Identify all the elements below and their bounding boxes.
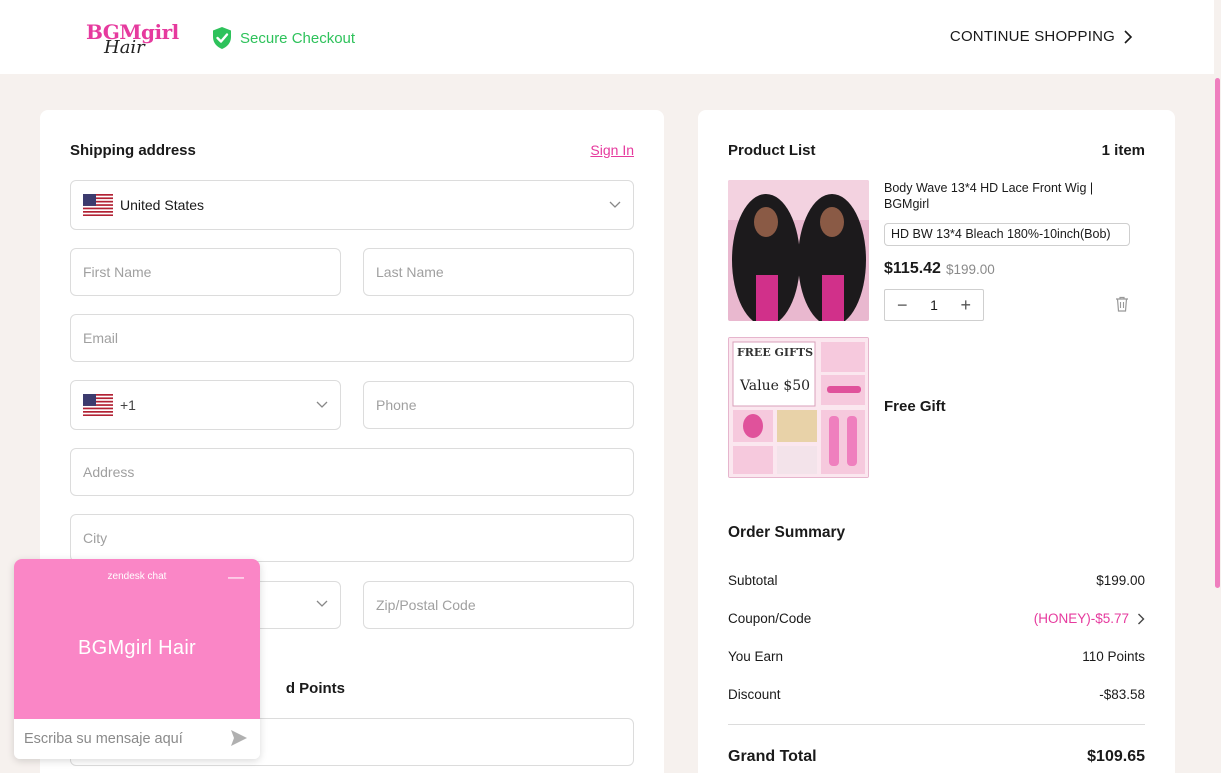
- email-placeholder: Email: [83, 330, 119, 346]
- summary-value: -$83.58: [1099, 687, 1145, 702]
- last-name-field[interactable]: Last Name: [363, 248, 634, 296]
- grand-total-value: $109.65: [1087, 748, 1145, 765]
- country-select[interactable]: United States: [70, 180, 634, 230]
- chat-widget[interactable]: zendesk chat — BGMgirl Hair Escriba su m…: [14, 559, 260, 759]
- variant-selector[interactable]: HD BW 13*4 Bleach 180%-10inch(Bob): [884, 223, 1130, 246]
- product-image[interactable]: [728, 180, 869, 321]
- chevron-down-icon: [316, 600, 328, 607]
- product-old-price: $199.00: [946, 262, 995, 277]
- brand-logo[interactable]: BGMgirl Hair: [86, 14, 179, 60]
- summary-label: Subtotal: [728, 573, 778, 588]
- coupon-value[interactable]: (HONEY)-$5.77: [1034, 611, 1129, 626]
- shipping-title: Shipping address: [70, 142, 196, 159]
- phone-placeholder: Phone: [376, 397, 417, 413]
- summary-value: $199.00: [1096, 573, 1145, 588]
- chat-message-input[interactable]: Escriba su mensaje aquí: [14, 719, 260, 759]
- address-field[interactable]: Address: [70, 448, 634, 496]
- scrollbar-thumb[interactable]: [1215, 78, 1220, 588]
- grand-total-row: Grand Total $109.65: [728, 748, 1145, 766]
- minimize-icon[interactable]: —: [228, 569, 244, 587]
- secure-checkout-label: Secure Checkout: [240, 29, 356, 47]
- chat-title: BGMgirl Hair: [77, 637, 197, 659]
- chat-input-placeholder: Escriba su mensaje aquí: [24, 731, 183, 747]
- chevron-down-icon: [609, 201, 621, 208]
- trash-icon[interactable]: [1115, 296, 1129, 312]
- last-name-placeholder: Last Name: [376, 264, 444, 280]
- email-field[interactable]: Email: [70, 314, 634, 362]
- chevron-right-icon[interactable]: [1137, 613, 1145, 625]
- continue-shopping-link[interactable]: CONTINUE SHOPPING: [950, 28, 1133, 45]
- item-count: 1 item: [1101, 142, 1145, 159]
- quantity-value[interactable]: 1: [930, 297, 938, 313]
- summary-divider: [728, 724, 1145, 725]
- us-flag-icon: [83, 394, 113, 416]
- secure-checkout: Secure Checkout: [211, 26, 355, 50]
- top-bar: BGMgirl Hair Secure Checkout CONTINUE SH…: [0, 0, 1221, 74]
- chat-brand: zendesk chat: [107, 571, 167, 582]
- address-placeholder: Address: [83, 464, 135, 480]
- continue-shopping-label: CONTINUE SHOPPING: [949, 28, 1115, 45]
- summary-row-subtotal: Subtotal $199.00: [728, 573, 1145, 588]
- phone-code-value: +1: [120, 397, 136, 413]
- zip-field[interactable]: Zip/Postal Code: [363, 581, 634, 629]
- shield-check-icon: [213, 27, 231, 49]
- page-scrollbar[interactable]: [1214, 0, 1221, 773]
- chevron-down-icon: [316, 401, 328, 408]
- order-card: Product List 1 item Body Wave 13*4 HD La…: [698, 110, 1175, 773]
- summary-label: Discount: [728, 687, 781, 702]
- logo-text-bottom: Hair: [104, 37, 145, 58]
- summary-row-earn: You Earn 110 Points: [728, 649, 1145, 664]
- first-name-field[interactable]: First Name: [70, 248, 341, 296]
- decrease-button[interactable]: −: [897, 295, 908, 316]
- wig-photo: [728, 180, 869, 321]
- chevron-right-icon: [1124, 29, 1133, 44]
- country-value: United States: [120, 197, 205, 213]
- send-icon[interactable]: [230, 729, 248, 747]
- product-name[interactable]: Body Wave 13*4 HD Lace Front Wig | BGMgi…: [884, 180, 1114, 212]
- summary-value: 110 Points: [1082, 649, 1145, 664]
- first-name-placeholder: First Name: [83, 264, 152, 280]
- gift-pack-picture: [729, 338, 868, 477]
- us-flag-icon: [83, 194, 113, 216]
- free-gift-image: FREE GIFTS Value $50: [728, 337, 869, 478]
- product-list-title: Product List: [728, 142, 816, 159]
- summary-row-discount: Discount -$83.58: [728, 687, 1145, 702]
- summary-row-coupon[interactable]: Coupon/Code (HONEY)-$5.77: [728, 611, 1145, 626]
- city-placeholder: City: [83, 530, 108, 546]
- summary-label: Coupon/Code: [728, 611, 812, 626]
- quantity-stepper: − 1 +: [884, 289, 984, 321]
- grand-total-label: Grand Total: [728, 748, 817, 765]
- free-gift-label: Free Gift: [884, 398, 946, 415]
- phone-field[interactable]: Phone: [363, 381, 634, 429]
- gift-image-title: FREE GIFTS: [736, 346, 814, 359]
- product-price: $115.42: [884, 260, 941, 277]
- sign-in-link[interactable]: Sign In: [590, 142, 634, 158]
- chat-header: zendesk chat — BGMgirl Hair: [14, 559, 260, 719]
- summary-label: You Earn: [728, 649, 784, 664]
- increase-button[interactable]: +: [960, 295, 971, 316]
- gift-image-value: Value $50: [739, 378, 811, 394]
- city-field[interactable]: City: [70, 514, 634, 562]
- zip-placeholder: Zip/Postal Code: [376, 597, 476, 613]
- phone-code-select[interactable]: +1: [70, 380, 341, 430]
- order-summary-title: Order Summary: [728, 524, 846, 541]
